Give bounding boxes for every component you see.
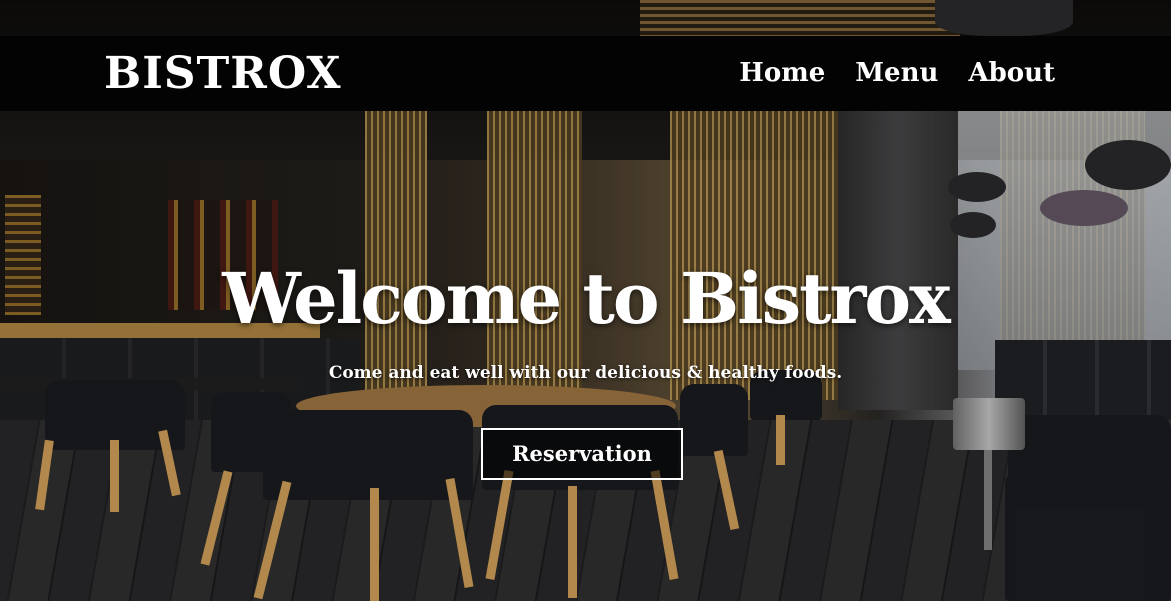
reservation-button[interactable]: Reservation [481,428,683,480]
brand-logo[interactable]: BISTROX [104,50,342,98]
nav-link-home[interactable]: Home [739,56,825,90]
hero-subtitle: Come and eat well with our delicious & h… [328,363,843,383]
main-nav: Home Menu About [739,56,1055,90]
hero-title: Welcome to Bistrox [222,257,951,340]
nav-link-about[interactable]: About [968,56,1055,90]
site-header: BISTROX Home Menu About [0,36,1171,111]
nav-link-menu[interactable]: Menu [855,56,938,90]
